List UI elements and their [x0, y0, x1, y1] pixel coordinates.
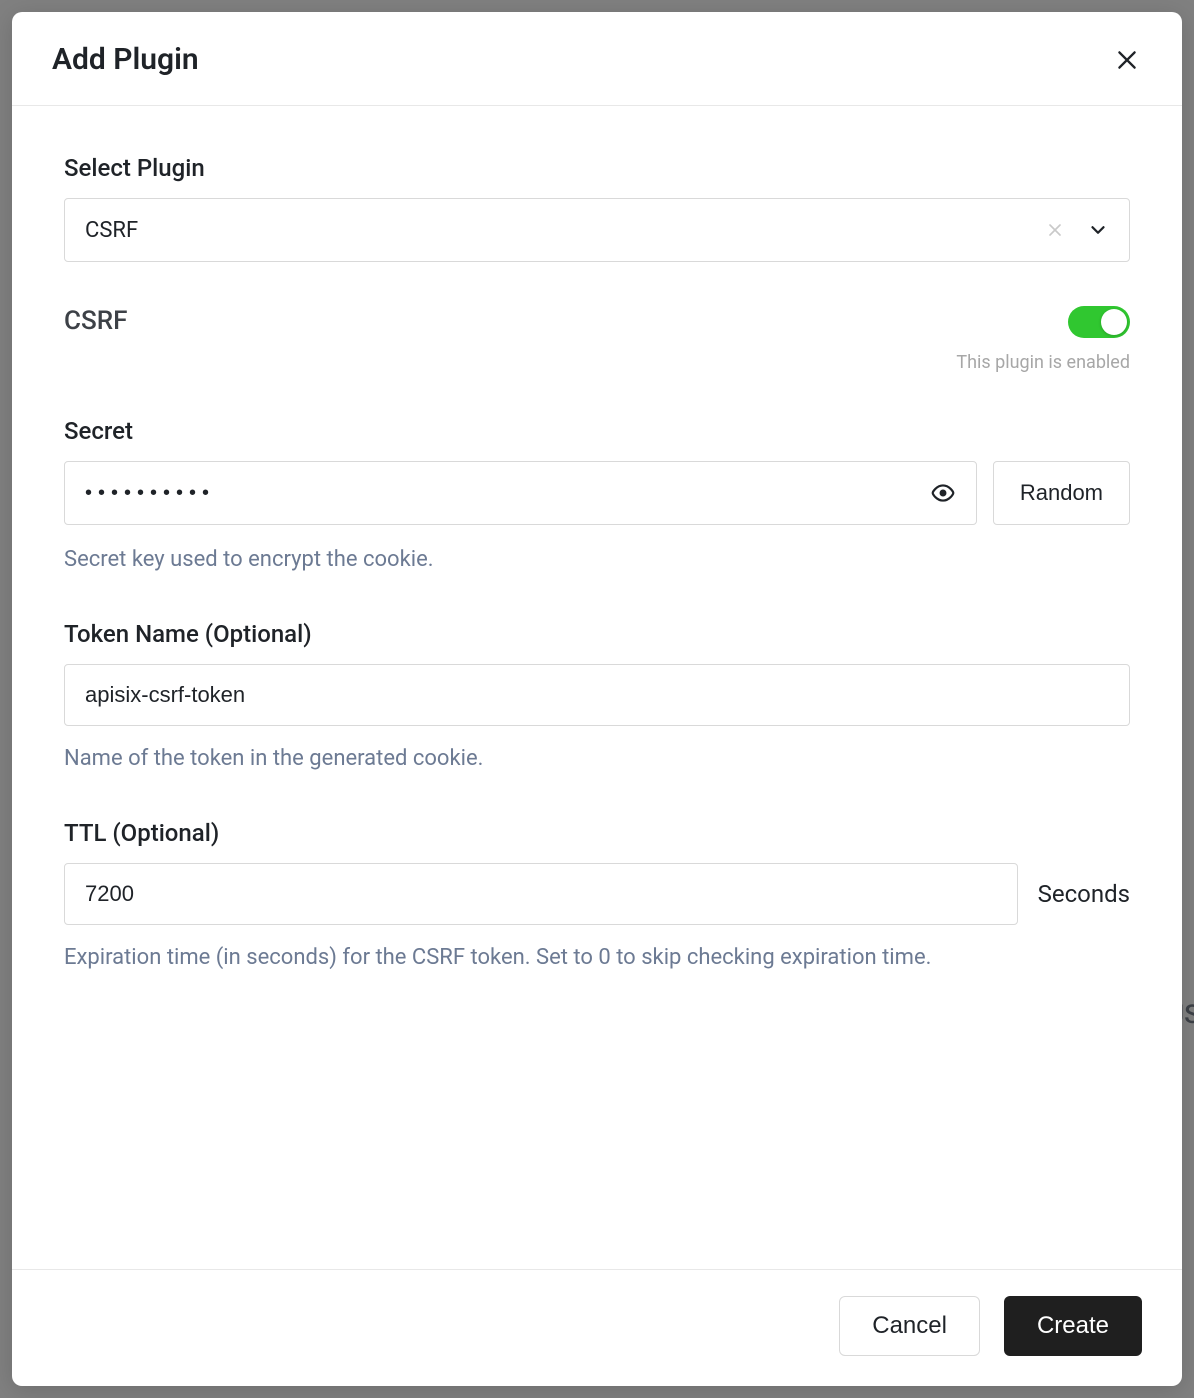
- secret-label: Secret: [64, 417, 1130, 445]
- eye-icon: [930, 480, 956, 506]
- clear-icon: [1045, 220, 1065, 240]
- ttl-unit: Seconds: [1038, 880, 1130, 908]
- select-plugin-label: Select Plugin: [64, 154, 1130, 182]
- toggle-column: This plugin is enabled: [956, 306, 1130, 373]
- plugin-enabled-hint: This plugin is enabled: [956, 352, 1130, 373]
- secret-input[interactable]: [85, 482, 930, 505]
- token-name-input[interactable]: [64, 664, 1130, 726]
- select-plugin-dropdown[interactable]: CSRF: [64, 198, 1130, 262]
- modal-header: Add Plugin: [12, 12, 1182, 106]
- create-button[interactable]: Create: [1004, 1296, 1142, 1356]
- token-name-hint: Name of the token in the generated cooki…: [64, 742, 1130, 775]
- ttl-hint: Expiration time (in seconds) for the CSR…: [64, 941, 1130, 974]
- secret-field: Secret Random Secret key used to encrypt…: [64, 417, 1130, 576]
- modal-body: Select Plugin CSRF CSRF: [12, 106, 1182, 1269]
- random-button[interactable]: Random: [993, 461, 1130, 525]
- token-name-label: Token Name (Optional): [64, 620, 1130, 648]
- modal-title: Add Plugin: [52, 42, 199, 77]
- chevron-down-icon: [1087, 219, 1109, 241]
- ttl-label: TTL (Optional): [64, 819, 1130, 847]
- add-plugin-modal: Add Plugin Select Plugin CSRF: [12, 12, 1182, 1386]
- close-button[interactable]: [1112, 45, 1142, 75]
- reveal-secret-button[interactable]: [930, 480, 956, 506]
- plugin-name-heading: CSRF: [64, 306, 127, 336]
- select-clear-button[interactable]: [1045, 220, 1065, 240]
- ttl-input[interactable]: [64, 863, 1018, 925]
- modal-footer: Cancel Create: [12, 1269, 1182, 1386]
- ttl-field: TTL (Optional) Seconds Expiration time (…: [64, 819, 1130, 974]
- plugin-enable-toggle[interactable]: [1068, 306, 1130, 338]
- plugin-enable-row: CSRF This plugin is enabled: [64, 306, 1130, 373]
- select-plugin-field: Select Plugin CSRF: [64, 154, 1130, 262]
- toggle-knob: [1101, 309, 1127, 335]
- cancel-button[interactable]: Cancel: [839, 1296, 980, 1356]
- select-plugin-value: CSRF: [85, 218, 1045, 243]
- close-icon: [1114, 47, 1140, 73]
- secret-input-wrap: [64, 461, 977, 525]
- select-chevron: [1087, 219, 1109, 241]
- token-name-field: Token Name (Optional) Name of the token …: [64, 620, 1130, 775]
- secret-hint: Secret key used to encrypt the cookie.: [64, 543, 1130, 576]
